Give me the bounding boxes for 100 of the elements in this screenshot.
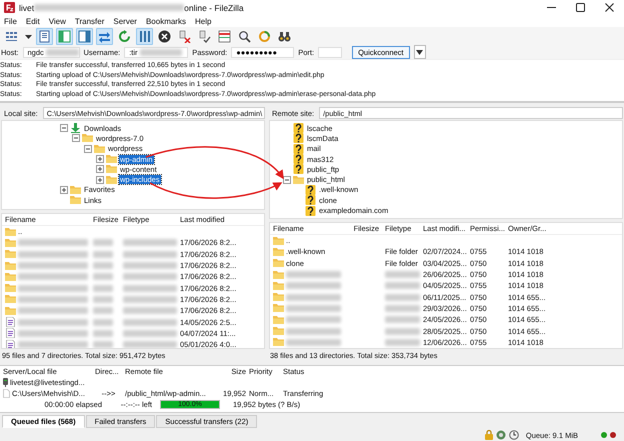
expander-icon[interactable] (72, 134, 80, 142)
folder-icon (273, 292, 284, 302)
expander-icon[interactable] (96, 155, 104, 164)
cancel-icon[interactable] (158, 30, 171, 42)
blurred-text (123, 307, 177, 314)
folder-icon (106, 174, 117, 185)
lock-icon (484, 430, 493, 440)
menu-item[interactable]: Help (194, 16, 212, 26)
question-icon (305, 184, 316, 195)
folder-icon (273, 280, 284, 291)
blurred-text (286, 282, 341, 290)
folder-icon (273, 270, 284, 280)
port-field[interactable] (318, 46, 342, 58)
blurred-text (93, 239, 113, 246)
dropdown-button[interactable] (414, 45, 426, 59)
search-icon[interactable] (238, 30, 251, 42)
folder-icon (273, 337, 284, 348)
folder-icon (106, 154, 117, 164)
swap-arrows-icon[interactable] (98, 30, 111, 42)
blurred-text (18, 239, 88, 246)
gear-icon (496, 430, 506, 440)
blurred-text (123, 284, 177, 292)
blurred-text (123, 239, 177, 246)
folder-icon (5, 226, 16, 237)
blurred-text (123, 341, 177, 348)
left-panel-icon[interactable] (58, 30, 71, 42)
binoculars-icon[interactable] (278, 30, 291, 42)
filter-list-icon[interactable] (218, 30, 231, 42)
blurred-text (286, 328, 341, 335)
question-icon (293, 164, 304, 174)
blurred-text (385, 271, 420, 278)
sync-icon[interactable] (258, 30, 271, 42)
document-icon (5, 328, 16, 338)
folder-icon (273, 258, 284, 268)
blurred-text (18, 318, 88, 326)
menu-item[interactable]: Server (113, 16, 137, 26)
menu-item[interactable]: Edit (26, 16, 40, 26)
download-icon (70, 123, 81, 134)
window-title: livet (19, 2, 34, 12)
blurred-text (123, 250, 177, 258)
blurred-text (123, 262, 177, 270)
blurred-text (46, 48, 79, 56)
document-icon (3, 389, 10, 398)
blurred-text (123, 296, 177, 303)
blurred-text (93, 284, 113, 292)
reconnect-icon[interactable] (198, 30, 211, 42)
right-panel-icon[interactable] (78, 30, 91, 42)
refresh-icon[interactable] (118, 30, 131, 42)
blurred-text (123, 273, 177, 280)
expander-icon[interactable] (60, 124, 68, 132)
blurred-text (93, 341, 113, 348)
folder-icon (82, 133, 93, 144)
blurred-text (286, 316, 341, 324)
caret-icon[interactable] (416, 50, 424, 54)
log-panel-icon[interactable] (38, 30, 51, 42)
folder-icon (293, 174, 304, 185)
blurred-text (385, 282, 420, 290)
blurred-text (18, 273, 88, 280)
blurred-text (286, 294, 341, 301)
blurred-text (123, 318, 177, 326)
blurred-text (93, 307, 113, 314)
folder-icon (273, 326, 284, 336)
blurred-text (93, 273, 113, 280)
expander-icon[interactable] (283, 176, 291, 184)
close-icon[interactable] (605, 3, 614, 12)
window-title: online - FileZilla (184, 2, 244, 12)
columns-icon[interactable] (138, 30, 151, 42)
blurred-text (385, 316, 420, 324)
expander-icon[interactable] (96, 176, 104, 184)
blurred-text (123, 330, 177, 337)
blurred-text (18, 250, 88, 258)
blurred-text (385, 304, 420, 312)
expander-icon[interactable] (84, 144, 92, 153)
menu-item[interactable]: Transfer (74, 16, 104, 26)
expander-icon[interactable] (60, 186, 68, 194)
blurred-text (93, 330, 113, 337)
menu-item[interactable]: File (4, 16, 17, 26)
blurred-text (18, 262, 88, 270)
folder-icon (273, 246, 284, 257)
question-icon (293, 144, 304, 154)
maximize-icon[interactable] (576, 3, 585, 12)
folder-icon (70, 184, 81, 195)
folder-icon (273, 314, 284, 325)
folder-icon (5, 294, 16, 304)
folder-icon (5, 249, 16, 260)
site-grid-icon[interactable] (5, 30, 18, 42)
expander-icon[interactable] (96, 165, 104, 174)
blurred-text (385, 338, 420, 346)
blurred-text (140, 48, 182, 56)
blurred-text (18, 341, 88, 348)
question-icon (293, 123, 304, 134)
menu-item[interactable]: View (48, 16, 66, 26)
clock-icon (508, 430, 519, 440)
menu-item[interactable]: Bookmarks (146, 16, 186, 26)
disconnect-icon[interactable] (178, 30, 191, 42)
blurred-text (18, 296, 88, 303)
blurred-text (93, 250, 113, 258)
folder-icon (5, 272, 16, 282)
question-icon (293, 133, 304, 144)
folder-icon (5, 238, 16, 248)
